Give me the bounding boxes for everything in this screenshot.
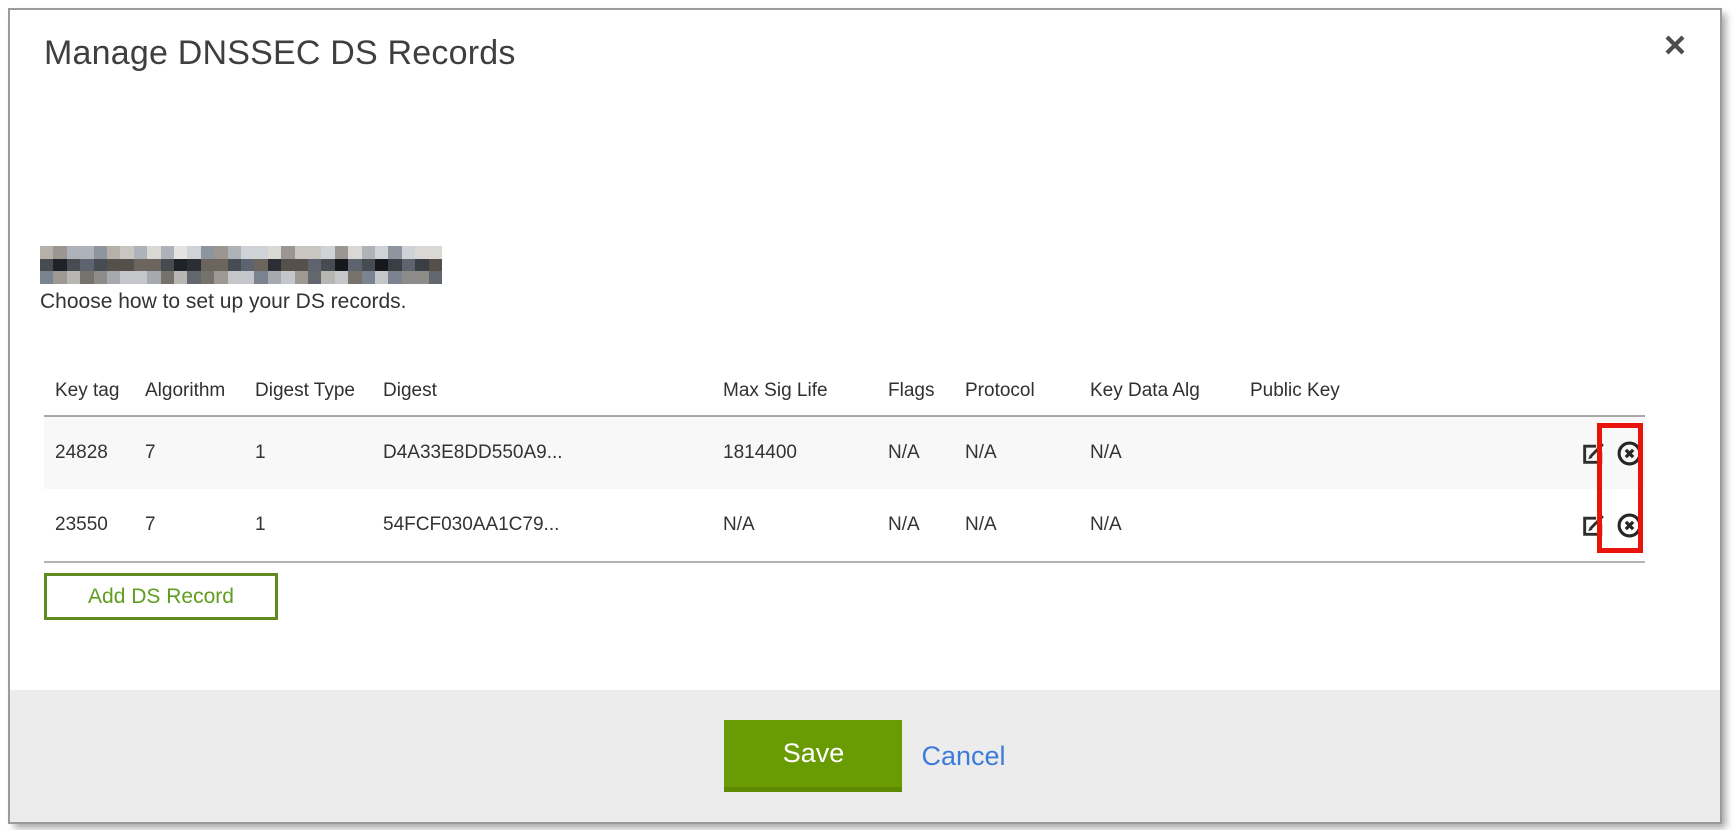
row-actions — [1565, 489, 1645, 562]
add-ds-record-button[interactable]: Add DS Record — [44, 573, 278, 620]
dialog-title: Manage DNSSEC DS Records — [44, 34, 516, 73]
col-header-digest: Digest — [372, 372, 712, 416]
dialog-footer: Save Cancel — [10, 690, 1720, 822]
col-header-max-sig-life: Max Sig Life — [712, 372, 877, 416]
cell-protocol: N/A — [954, 489, 1079, 562]
cell-flags: N/A — [877, 489, 954, 562]
manage-dnssec-ds-records-dialog: Manage DNSSEC DS Records Choose how to s… — [8, 8, 1722, 824]
ds-records-table: Key tag Algorithm Digest Type Digest Max… — [44, 372, 1645, 563]
table-row: 24828 7 1 D4A33E8DD550A9... 1814400 N/A … — [44, 416, 1645, 489]
cell-digest: D4A33E8DD550A9... — [372, 416, 712, 489]
cell-key-tag: 23550 — [44, 489, 134, 562]
delete-circle-x-icon — [1616, 512, 1643, 539]
close-x-icon — [1660, 30, 1690, 60]
col-header-algorithm: Algorithm — [134, 372, 244, 416]
table-header-row: Key tag Algorithm Digest Type Digest Max… — [44, 372, 1645, 416]
cell-digest: 54FCF030AA1C79... — [372, 489, 712, 562]
col-header-key-data-alg: Key Data Alg — [1079, 372, 1239, 416]
delete-record-button[interactable] — [1616, 440, 1643, 467]
cell-digest-type: 1 — [244, 416, 372, 489]
cell-algorithm: 7 — [134, 416, 244, 489]
cell-key-data-alg: N/A — [1079, 416, 1239, 489]
cell-protocol: N/A — [954, 416, 1079, 489]
close-button[interactable] — [1658, 28, 1692, 62]
col-header-key-tag: Key tag — [44, 372, 134, 416]
cell-max-sig-life: N/A — [712, 489, 877, 562]
redacted-domain-text — [40, 246, 442, 284]
col-header-protocol: Protocol — [954, 372, 1079, 416]
cell-flags: N/A — [877, 416, 954, 489]
cell-public-key — [1239, 416, 1565, 489]
cell-max-sig-life: 1814400 — [712, 416, 877, 489]
edit-icon — [1580, 512, 1607, 539]
col-header-digest-type: Digest Type — [244, 372, 372, 416]
save-button[interactable]: Save — [724, 720, 902, 792]
cell-algorithm: 7 — [134, 489, 244, 562]
edit-record-button[interactable] — [1580, 512, 1607, 539]
delete-circle-x-icon — [1616, 440, 1643, 467]
col-header-flags: Flags — [877, 372, 954, 416]
instruction-text: Choose how to set up your DS records. — [40, 290, 407, 314]
cell-public-key — [1239, 489, 1565, 562]
col-header-public-key: Public Key — [1239, 372, 1565, 416]
col-header-actions — [1565, 372, 1645, 416]
delete-record-button[interactable] — [1616, 512, 1643, 539]
table-row: 23550 7 1 54FCF030AA1C79... N/A N/A N/A … — [44, 489, 1645, 562]
edit-icon — [1580, 440, 1607, 467]
cancel-link[interactable]: Cancel — [921, 741, 1005, 772]
edit-record-button[interactable] — [1580, 440, 1607, 467]
row-actions — [1565, 416, 1645, 489]
cell-key-tag: 24828 — [44, 416, 134, 489]
cell-digest-type: 1 — [244, 489, 372, 562]
cell-key-data-alg: N/A — [1079, 489, 1239, 562]
